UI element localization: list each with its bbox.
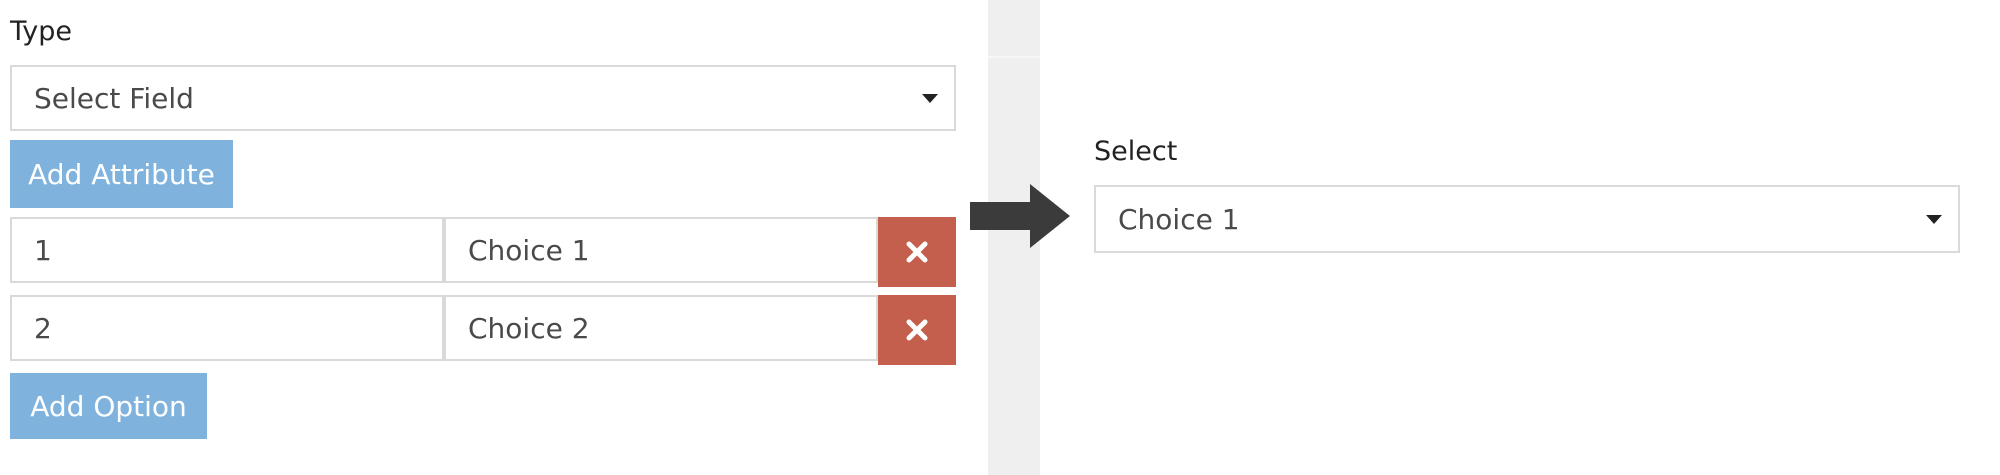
remove-option-button-1[interactable] (878, 217, 956, 287)
close-icon (906, 241, 928, 263)
remove-option-button-2[interactable] (878, 295, 956, 365)
preview-label: Select (1094, 136, 1178, 167)
preview-select[interactable]: Choice 1 (1094, 185, 1960, 253)
add-option-button[interactable]: Add Option (10, 373, 207, 439)
option-value-input-2[interactable]: 2 (10, 295, 444, 361)
divider-line (988, 56, 1040, 58)
chevron-down-icon (922, 94, 938, 103)
option-value-input-1[interactable]: 1 (10, 217, 444, 283)
add-attribute-button[interactable]: Add Attribute (10, 140, 233, 208)
option-label-input-2[interactable]: Choice 2 (444, 295, 878, 361)
close-icon (906, 319, 928, 341)
form-builder-demo: Type Select Field Add Attribute 1 Choice… (0, 0, 2000, 475)
option-label-input-1[interactable]: Choice 1 (444, 217, 878, 283)
preview-select-value: Choice 1 (1118, 202, 1240, 236)
type-label: Type (10, 16, 73, 47)
type-select[interactable]: Select Field (10, 65, 956, 131)
chevron-down-icon (1926, 215, 1942, 224)
type-select-value: Select Field (34, 81, 194, 115)
arrow-right-icon (970, 184, 1070, 248)
